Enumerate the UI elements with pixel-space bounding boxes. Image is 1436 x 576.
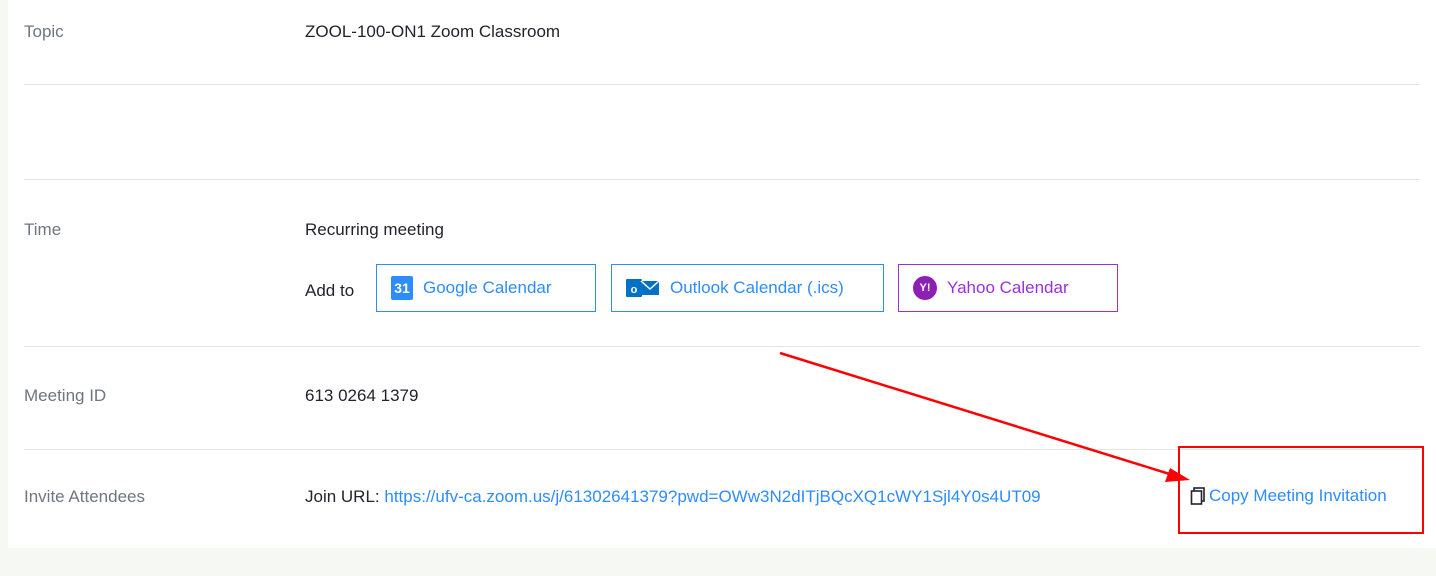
yahoo-calendar-button[interactable]: Y! Yahoo Calendar [898,264,1118,312]
empty-row [24,84,1420,180]
google-calendar-button[interactable]: 31 Google Calendar [376,264,596,312]
time-label: Time [24,220,62,239]
join-url-prefix: Join URL: [305,487,380,506]
copy-meeting-invitation-label: Copy Meeting Invitation [1209,486,1387,505]
google-calendar-label: Google Calendar [423,278,552,297]
time-row [24,179,1420,347]
topic-label: Topic [24,22,64,41]
yahoo-icon: Y! [913,276,937,300]
topic-value: ZOOL-100-ON1 Zoom Classroom [305,22,561,41]
outlook-icon: o [626,276,660,300]
join-url-link[interactable]: https://ufv-ca.zoom.us/j/61302641379?pwd… [384,487,1040,506]
meeting-id-row [24,346,1420,450]
yahoo-calendar-label: Yahoo Calendar [947,278,1069,297]
outlook-calendar-label: Outlook Calendar (.ics) [670,278,844,297]
topic-row [24,0,1420,85]
google-calendar-icon: 31 [391,276,413,300]
svg-text:o: o [631,284,638,296]
time-value: Recurring meeting [305,220,444,239]
meeting-id-label: Meeting ID [24,386,107,405]
join-url-line: Join URL: https://ufv-ca.zoom.us/j/61302… [305,487,1041,507]
copy-icon [1190,487,1206,505]
meeting-id-value: 613 0264 1379 [305,386,419,405]
outlook-calendar-button[interactable]: o Outlook Calendar (.ics) [611,264,884,312]
copy-meeting-invitation-button[interactable]: Copy Meeting Invitation [1190,486,1387,506]
add-to-label: Add to [305,281,355,300]
invite-attendees-label: Invite Attendees [24,487,145,506]
